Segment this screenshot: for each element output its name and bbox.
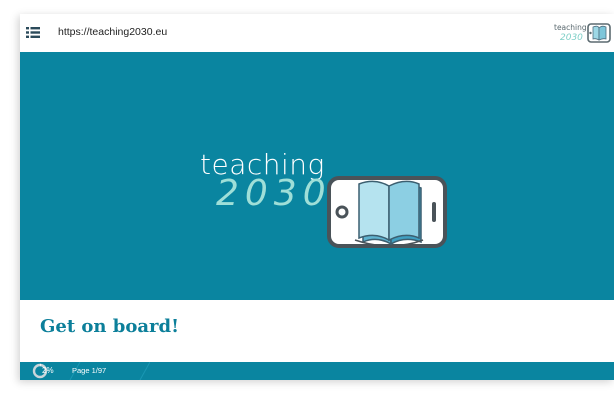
brand-logo-word: teaching [554, 23, 587, 32]
page-title: Get on board! [40, 316, 179, 337]
tablet-book-icon [327, 176, 447, 248]
progress-percent: 2% [42, 366, 54, 375]
brand-logo-year: 2030 [560, 33, 583, 43]
hero-logo-year: 2030 [216, 173, 332, 214]
page-counter: Page 1/97 [72, 366, 107, 375]
menu-icon[interactable] [26, 27, 40, 38]
brand-logo: teaching 2030 [554, 23, 611, 43]
url-link[interactable]: https://teaching2030.eu [58, 26, 167, 38]
title-section: Get on board! [20, 300, 614, 362]
top-bar: https://teaching2030.eu teaching 2030 [20, 14, 614, 53]
presentation-window: https://teaching2030.eu teaching 2030 te… [20, 14, 614, 380]
hero-banner: teaching 2030 [20, 52, 614, 300]
footer-bar: 2% Page 1/97 [20, 362, 614, 380]
